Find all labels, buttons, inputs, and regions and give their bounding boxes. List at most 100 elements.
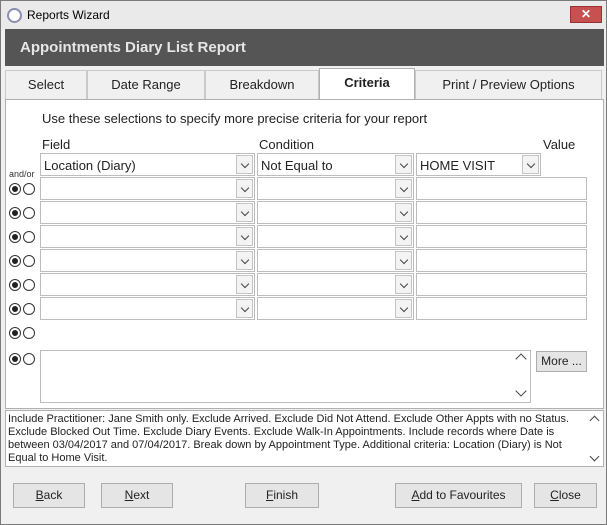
- value-dropdown-row-1[interactable]: HOME VISIT: [416, 153, 541, 176]
- and-radio[interactable]: [9, 207, 21, 219]
- condition-dropdown-row-4[interactable]: [257, 225, 414, 248]
- value-column-header: Value: [543, 137, 576, 152]
- field-dropdown-row-7[interactable]: [40, 297, 255, 320]
- scroll-up-icon[interactable]: [515, 353, 527, 365]
- chevron-down-icon[interactable]: [236, 299, 253, 318]
- and-or-radio-row-7: [9, 327, 39, 341]
- value-value: HOME VISIT: [420, 158, 496, 173]
- and-radio[interactable]: [9, 279, 21, 291]
- chevron-down-icon[interactable]: [522, 155, 539, 174]
- window-close-button[interactable]: ✕: [570, 6, 602, 23]
- scroll-down-icon[interactable]: [515, 385, 527, 397]
- or-radio[interactable]: [23, 327, 35, 339]
- summary-text: Include Practitioner: Jane Smith only. E…: [8, 413, 570, 464]
- chevron-down-icon[interactable]: [395, 275, 412, 294]
- title-bar: Reports Wizard ✕: [1, 1, 606, 29]
- close-accelerator: C: [550, 488, 559, 502]
- and-or-radio-row-4: [9, 255, 39, 269]
- field-dropdown-row-3[interactable]: [40, 201, 255, 224]
- report-summary[interactable]: Include Practitioner: Jane Smith only. E…: [5, 410, 604, 467]
- condition-dropdown-row-3[interactable]: [257, 201, 414, 224]
- chevron-down-icon[interactable]: [236, 227, 253, 246]
- more-button[interactable]: More ...: [536, 351, 587, 372]
- chevron-down-icon[interactable]: [395, 203, 412, 222]
- finish-button[interactable]: Finish: [245, 483, 319, 508]
- scroll-up-icon[interactable]: [589, 415, 600, 426]
- and-or-radio-row-2: [9, 207, 39, 221]
- report-title: Appointments Diary List Report: [20, 39, 246, 56]
- tab-breakdown[interactable]: Breakdown: [205, 70, 319, 99]
- field-dropdown-row-4[interactable]: [40, 225, 255, 248]
- app-icon: [7, 8, 22, 23]
- tab-strip: Select Date Range Breakdown Criteria Pri…: [5, 68, 604, 100]
- and-radio[interactable]: [9, 303, 21, 315]
- scroll-down-icon[interactable]: [589, 451, 600, 462]
- and-radio[interactable]: [9, 327, 21, 339]
- value-input-row-4[interactable]: [416, 225, 587, 248]
- or-radio[interactable]: [23, 183, 35, 195]
- report-header: Appointments Diary List Report: [5, 29, 604, 66]
- value-input-row-7[interactable]: [416, 297, 587, 320]
- chevron-down-icon[interactable]: [395, 179, 412, 198]
- field-dropdown-row-6[interactable]: [40, 273, 255, 296]
- field-dropdown-row-5[interactable]: [40, 249, 255, 272]
- or-radio[interactable]: [23, 279, 35, 291]
- field-dropdown-row-2[interactable]: [40, 177, 255, 200]
- tab-criteria[interactable]: Criteria: [319, 68, 415, 100]
- chevron-down-icon[interactable]: [395, 227, 412, 246]
- and-radio[interactable]: [9, 255, 21, 267]
- condition-value: Not Equal to: [261, 158, 333, 173]
- back-accelerator: B: [35, 488, 44, 502]
- chevron-down-icon[interactable]: [236, 179, 253, 198]
- back-button[interactable]: Back: [13, 483, 85, 508]
- or-radio[interactable]: [23, 303, 35, 315]
- and-or-label: and/or: [9, 169, 35, 179]
- close-label: lose: [558, 488, 581, 502]
- favourites-label: dd to Favourites: [419, 488, 506, 502]
- condition-dropdown-row-1[interactable]: Not Equal to: [257, 153, 414, 176]
- next-label: ext: [133, 488, 150, 502]
- criteria-instructions: Use these selections to specify more pre…: [42, 111, 428, 126]
- next-button[interactable]: Next: [101, 483, 173, 508]
- and-or-radio-row-5: [9, 279, 39, 293]
- chevron-down-icon[interactable]: [395, 299, 412, 318]
- back-label: ack: [43, 488, 63, 502]
- chevron-down-icon[interactable]: [236, 155, 253, 174]
- condition-column-header: Condition: [259, 137, 314, 152]
- and-radio[interactable]: [9, 183, 21, 195]
- or-radio[interactable]: [23, 353, 35, 365]
- value-input-row-3[interactable]: [416, 201, 587, 224]
- condition-dropdown-row-7[interactable]: [257, 297, 414, 320]
- and-or-radio-row-1: [9, 183, 39, 197]
- or-radio[interactable]: [23, 231, 35, 243]
- value-input-row-5[interactable]: [416, 249, 587, 272]
- field-value: Location (Diary): [44, 158, 136, 173]
- add-to-favourites-button[interactable]: Add to Favourites: [395, 483, 522, 508]
- close-button[interactable]: Close: [534, 483, 597, 508]
- chevron-down-icon[interactable]: [395, 251, 412, 270]
- value-input-row-6[interactable]: [416, 273, 587, 296]
- and-or-radio-row-6: [9, 303, 39, 317]
- reports-wizard-window: Reports Wizard ✕ Appointments Diary List…: [0, 0, 607, 525]
- condition-dropdown-row-5[interactable]: [257, 249, 414, 272]
- chevron-down-icon[interactable]: [236, 275, 253, 294]
- or-radio[interactable]: [23, 207, 35, 219]
- criteria-panel: Use these selections to specify more pre…: [5, 99, 604, 409]
- chevron-down-icon[interactable]: [395, 155, 412, 174]
- chevron-down-icon[interactable]: [236, 251, 253, 270]
- window-title: Reports Wizard: [27, 8, 110, 22]
- and-or-radio-row-3: [9, 231, 39, 245]
- field-dropdown-row-1[interactable]: Location (Diary): [40, 153, 255, 176]
- and-radio[interactable]: [9, 353, 21, 365]
- chevron-down-icon[interactable]: [236, 203, 253, 222]
- advanced-criteria-memo[interactable]: [40, 350, 531, 403]
- condition-dropdown-row-2[interactable]: [257, 177, 414, 200]
- tab-print-preview-options[interactable]: Print / Preview Options: [415, 70, 602, 99]
- finish-label: inish: [273, 488, 299, 502]
- tab-select[interactable]: Select: [5, 70, 87, 99]
- value-input-row-2[interactable]: [416, 177, 587, 200]
- condition-dropdown-row-6[interactable]: [257, 273, 414, 296]
- and-radio[interactable]: [9, 231, 21, 243]
- or-radio[interactable]: [23, 255, 35, 267]
- tab-date-range[interactable]: Date Range: [87, 70, 205, 99]
